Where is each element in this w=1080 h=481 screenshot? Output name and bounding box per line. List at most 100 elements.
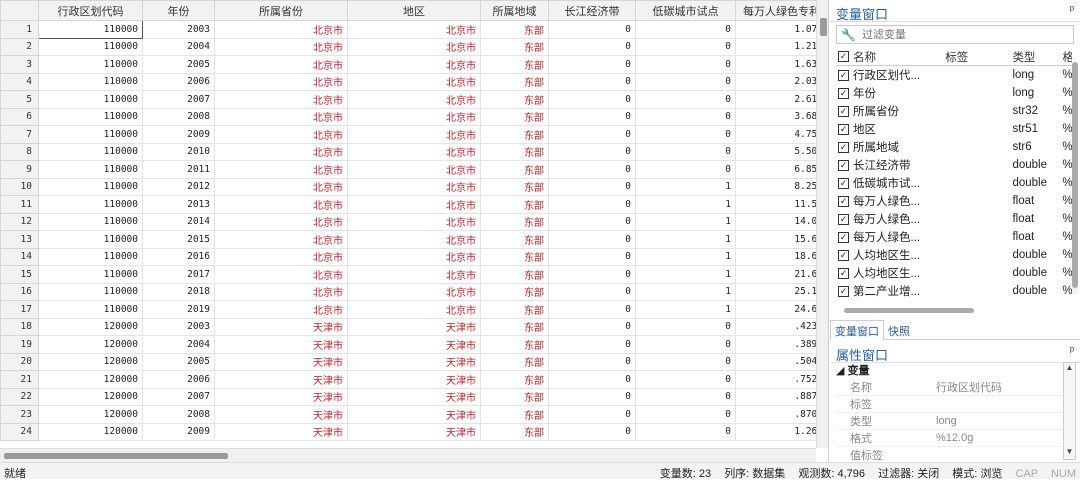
table-cell[interactable]: .8706 bbox=[735, 405, 828, 424]
row-number[interactable]: 23 bbox=[0, 405, 39, 424]
header-label[interactable]: 标签 bbox=[945, 49, 1012, 65]
table-cell[interactable]: 天津市 bbox=[214, 387, 348, 406]
table-cell[interactable]: 15.64 bbox=[735, 230, 828, 249]
filter-variables-input[interactable] bbox=[861, 28, 1062, 41]
table-cell[interactable]: 0 bbox=[548, 90, 636, 109]
variable-checkbox[interactable]: ✓ bbox=[838, 213, 849, 225]
pin-icon[interactable]: ᵖ bbox=[1070, 345, 1074, 357]
table-cell[interactable]: 4.755 bbox=[735, 125, 828, 144]
table-cell[interactable]: 2004 bbox=[142, 335, 215, 354]
table-cell[interactable]: 110000 bbox=[38, 247, 143, 266]
row-number[interactable]: 3 bbox=[0, 55, 39, 74]
table-cell[interactable]: 0 bbox=[635, 37, 736, 56]
table-cell[interactable]: 0 bbox=[548, 282, 636, 301]
table-row[interactable]: 18 120000 2003 天津市 天津市 东部 0 0.4233 bbox=[0, 317, 828, 336]
table-cell[interactable]: 2012 bbox=[142, 177, 215, 196]
property-row[interactable]: 类型 long bbox=[836, 413, 1076, 430]
table-cell[interactable]: 天津市 bbox=[347, 370, 481, 389]
table-cell[interactable]: 14.06 bbox=[735, 212, 828, 231]
table-cell[interactable]: 0 bbox=[548, 55, 636, 74]
table-cell[interactable]: 天津市 bbox=[347, 387, 481, 406]
column-header[interactable]: 低碳城市试点 bbox=[635, 0, 736, 21]
table-cell[interactable]: 110000 bbox=[38, 230, 143, 249]
scroll-up-icon[interactable]: ▲ bbox=[1064, 363, 1075, 375]
table-cell[interactable]: 东部 bbox=[480, 20, 549, 39]
table-cell[interactable]: 3.683 bbox=[735, 107, 828, 126]
column-header[interactable]: 所属地域 bbox=[480, 0, 549, 21]
table-cell[interactable]: 0 bbox=[635, 370, 736, 389]
property-value[interactable]: 行政区划代码 bbox=[936, 379, 1002, 395]
table-row[interactable]: 7 110000 2009 北京市 北京市 东部 0 0 4.755 bbox=[0, 125, 828, 144]
row-number[interactable]: 19 bbox=[0, 335, 39, 354]
table-cell[interactable]: 0 bbox=[548, 142, 636, 161]
variable-checkbox[interactable]: ✓ bbox=[838, 249, 849, 261]
table-cell[interactable]: 0 bbox=[548, 370, 636, 389]
table-cell[interactable]: 110000 bbox=[38, 282, 143, 301]
table-row[interactable]: 20 120000 2005 天津市 天津市 东部 0 0.5046 bbox=[0, 352, 828, 371]
table-cell[interactable]: 天津市 bbox=[214, 317, 348, 336]
header-format[interactable]: 格 bbox=[1062, 49, 1072, 65]
row-number[interactable]: 2 bbox=[0, 37, 39, 56]
table-cell[interactable]: 北京市 bbox=[214, 107, 348, 126]
table-cell[interactable]: 0 bbox=[635, 125, 736, 144]
table-cell[interactable]: 110000 bbox=[38, 265, 143, 284]
table-row[interactable]: 5 110000 2007 北京市 北京市 东部 0 0 2.611 bbox=[0, 90, 828, 109]
table-cell[interactable]: 0 bbox=[548, 265, 636, 284]
table-cell[interactable]: 0 bbox=[548, 335, 636, 354]
column-header[interactable]: 所属省份 bbox=[214, 0, 348, 21]
table-cell[interactable]: 120000 bbox=[38, 317, 143, 336]
table-cell[interactable]: 110000 bbox=[38, 160, 143, 179]
table-cell[interactable]: 北京市 bbox=[347, 55, 481, 74]
table-cell[interactable]: 2016 bbox=[142, 247, 215, 266]
grid-vertical-scrollbar[interactable] bbox=[816, 0, 828, 448]
table-cell[interactable]: 25.19 bbox=[735, 282, 828, 301]
table-cell[interactable]: 0 bbox=[635, 107, 736, 126]
table-cell[interactable]: 北京市 bbox=[347, 177, 481, 196]
row-number[interactable]: 21 bbox=[0, 370, 39, 389]
table-cell[interactable]: 0 bbox=[548, 20, 636, 39]
table-cell[interactable]: 0 bbox=[548, 107, 636, 126]
table-cell[interactable]: 北京市 bbox=[214, 55, 348, 74]
table-cell[interactable]: 120000 bbox=[38, 335, 143, 354]
table-cell[interactable]: 0 bbox=[635, 387, 736, 406]
variable-checkbox[interactable]: ✓ bbox=[838, 285, 849, 297]
table-cell[interactable]: 2007 bbox=[142, 90, 215, 109]
table-cell[interactable]: 0 bbox=[548, 177, 636, 196]
table-cell[interactable]: 东部 bbox=[480, 90, 549, 109]
table-row[interactable]: 16 110000 2018 北京市 北京市 东部 0 1 25.19 bbox=[0, 282, 828, 301]
row-number[interactable]: 8 bbox=[0, 142, 39, 161]
table-cell[interactable]: 1.637 bbox=[735, 55, 828, 74]
table-cell[interactable]: 东部 bbox=[480, 352, 549, 371]
table-cell[interactable]: 2006 bbox=[142, 72, 215, 91]
table-cell[interactable]: 2.034 bbox=[735, 72, 828, 91]
table-cell[interactable]: 天津市 bbox=[347, 335, 481, 354]
column-header[interactable]: 每万人绿色专利 bbox=[735, 0, 828, 21]
table-cell[interactable]: 0 bbox=[635, 335, 736, 354]
table-cell[interactable]: 北京市 bbox=[214, 265, 348, 284]
tab-snapshots[interactable]: 快照 bbox=[884, 321, 914, 341]
table-cell[interactable]: 1 bbox=[635, 195, 736, 214]
table-cell[interactable]: 0 bbox=[548, 317, 636, 336]
variable-row[interactable]: ✓ 长江经济带 double% bbox=[836, 156, 1072, 174]
variable-checkbox[interactable]: ✓ bbox=[838, 69, 849, 81]
table-row[interactable]: 4 110000 2006 北京市 北京市 东部 0 0 2.034 bbox=[0, 72, 828, 91]
table-cell[interactable]: 2015 bbox=[142, 230, 215, 249]
table-cell[interactable]: 0 bbox=[548, 300, 636, 319]
table-cell[interactable]: 0 bbox=[548, 125, 636, 144]
table-cell[interactable]: 北京市 bbox=[214, 20, 348, 39]
table-cell[interactable]: 0 bbox=[548, 405, 636, 424]
table-cell[interactable]: 1 bbox=[635, 212, 736, 231]
table-cell[interactable]: 5.507 bbox=[735, 142, 828, 161]
table-cell[interactable]: 北京市 bbox=[347, 107, 481, 126]
table-cell[interactable]: 天津市 bbox=[347, 405, 481, 424]
table-row[interactable]: 15 110000 2017 北京市 北京市 东部 0 1 21.64 bbox=[0, 265, 828, 284]
row-number[interactable]: 7 bbox=[0, 125, 39, 144]
table-cell[interactable]: 18.64 bbox=[735, 247, 828, 266]
table-cell[interactable]: 2008 bbox=[142, 405, 215, 424]
data-table[interactable]: 行政区划代码 年份 所属省份 地区 所属地域 长江经济带 低碳城市试点 每万人绿色专利 1 11… bbox=[0, 0, 828, 441]
table-row[interactable]: 8 110000 2010 北京市 北京市 东部 0 0 5.507 bbox=[0, 142, 828, 161]
row-number[interactable]: 9 bbox=[0, 160, 39, 179]
table-cell[interactable]: 东部 bbox=[480, 282, 549, 301]
table-cell[interactable]: .4233 bbox=[735, 317, 828, 336]
header-name[interactable]: 名称 bbox=[853, 49, 945, 65]
